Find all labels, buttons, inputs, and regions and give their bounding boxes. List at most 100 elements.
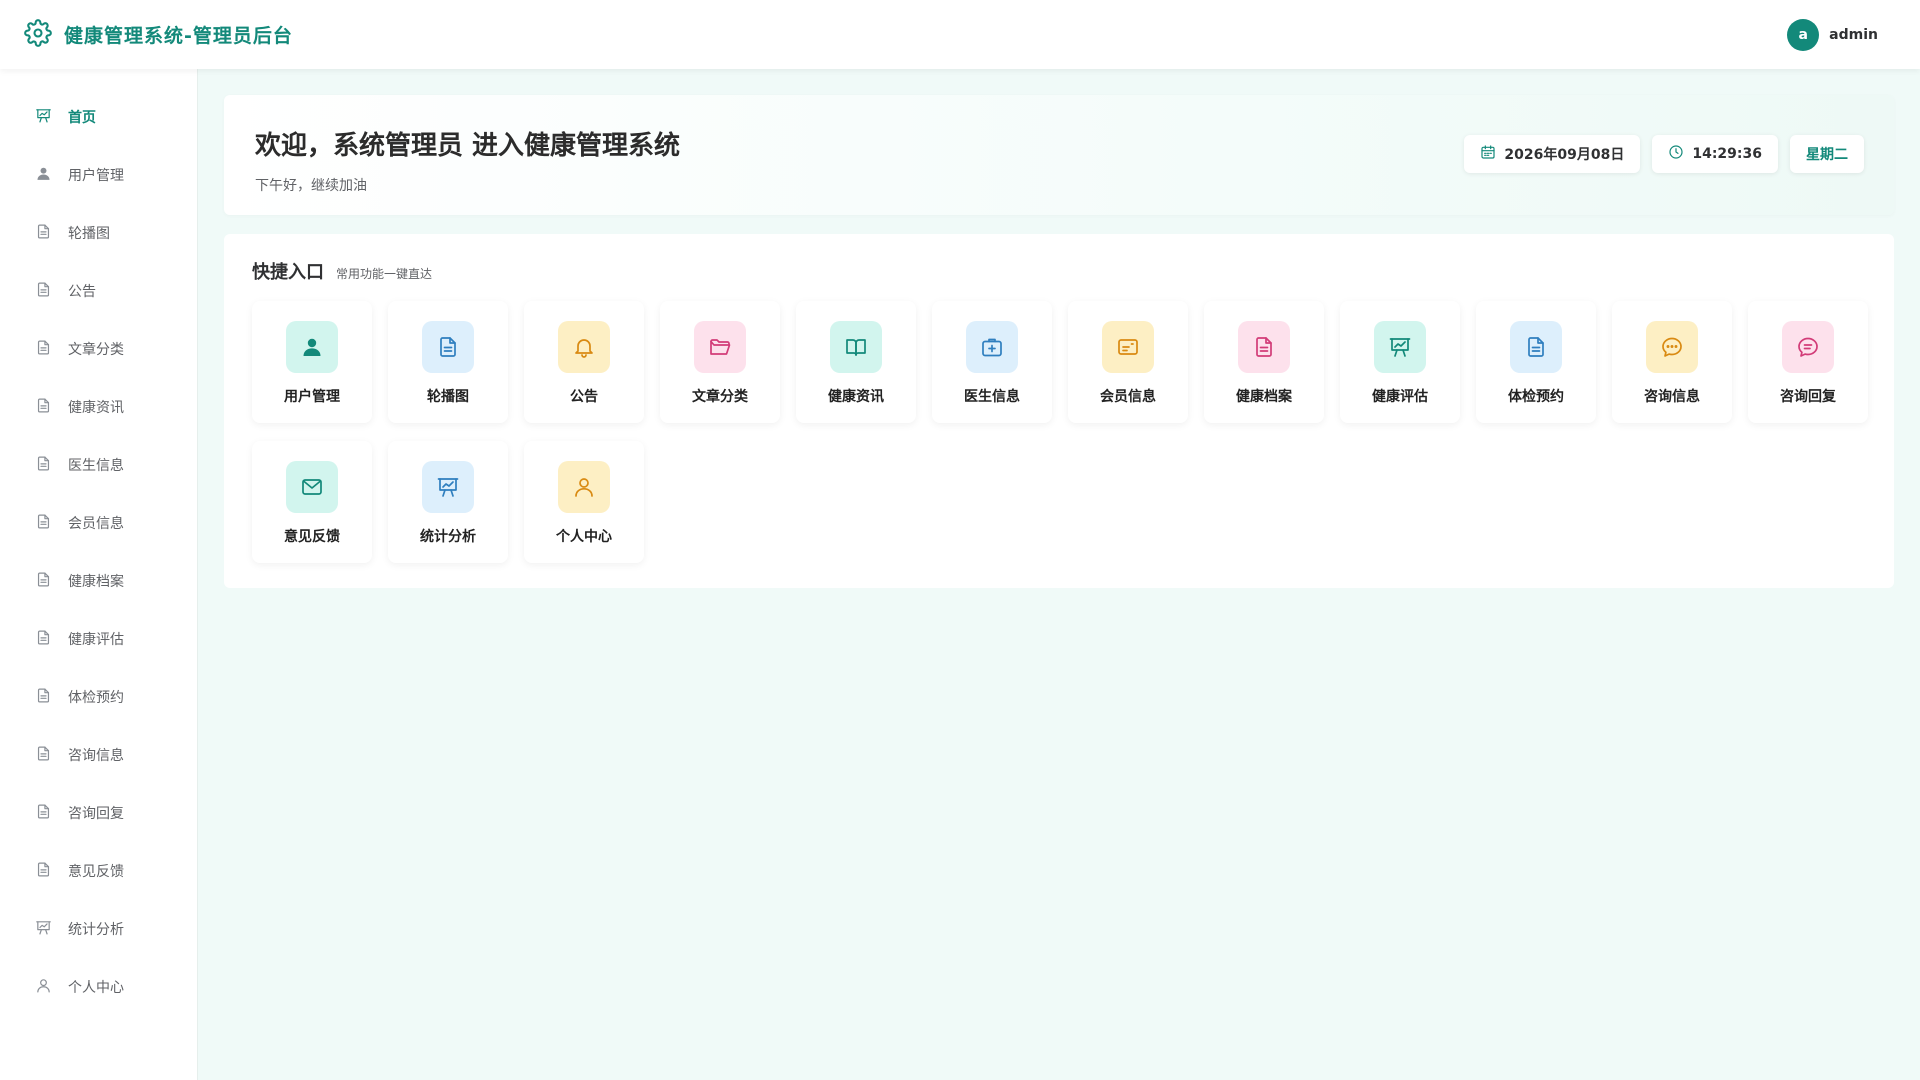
sidebar-item-13[interactable]: 意见反馈 <box>0 842 197 900</box>
sidebar-item-14[interactable]: 统计分析 <box>0 900 197 958</box>
quick-card-7[interactable]: 健康档案 <box>1204 301 1324 423</box>
book-icon <box>830 321 882 373</box>
avatar[interactable]: a <box>1787 18 1820 51</box>
quick-card-label: 公告 <box>570 389 598 405</box>
quick-access-subtitle: 常用功能一键直达 <box>336 267 433 281</box>
username[interactable]: admin <box>1829 27 1878 43</box>
app-title: 健康管理系统-管理员后台 <box>64 25 293 47</box>
sidebar-item-label: 健康资讯 <box>68 400 124 416</box>
presentation-icon <box>1374 321 1426 373</box>
sidebar-item-label: 文章分类 <box>68 342 124 358</box>
sidebar-item-label: 咨询回复 <box>68 806 124 822</box>
quick-card-label: 意见反馈 <box>284 529 340 545</box>
sidebar-item-5[interactable]: 健康资讯 <box>0 378 197 436</box>
clock-icon <box>1668 144 1684 164</box>
quick-card-2[interactable]: 公告 <box>524 301 644 423</box>
sidebar-item-label: 用户管理 <box>68 168 124 184</box>
sidebar-item-9[interactable]: 健康评估 <box>0 610 197 668</box>
quick-card-12[interactable]: 意见反馈 <box>252 441 372 563</box>
time-pill: 14:29:36 <box>1652 135 1778 173</box>
user-icon <box>35 165 52 186</box>
sidebar-item-6[interactable]: 医生信息 <box>0 436 197 494</box>
sidebar-item-1[interactable]: 用户管理 <box>0 146 197 204</box>
chat-lines-icon <box>1782 321 1834 373</box>
quick-card-5[interactable]: 医生信息 <box>932 301 1052 423</box>
document-icon <box>35 455 52 476</box>
quick-card-9[interactable]: 体检预约 <box>1476 301 1596 423</box>
quick-card-label: 医生信息 <box>964 389 1020 405</box>
date-text: 2026年09月08日 <box>1504 147 1625 163</box>
quick-card-6[interactable]: 会员信息 <box>1068 301 1188 423</box>
sidebar-item-label: 首页 <box>68 110 96 126</box>
quick-card-8[interactable]: 健康评估 <box>1340 301 1460 423</box>
top-header: 健康管理系统-管理员后台 a admin <box>0 0 1920 69</box>
sidebar-item-label: 医生信息 <box>68 458 124 474</box>
weekday-text: 星期二 <box>1806 147 1848 163</box>
document-icon <box>35 861 52 882</box>
quick-access-title: 快捷入口 <box>252 262 324 283</box>
sidebar-item-10[interactable]: 体检预约 <box>0 668 197 726</box>
quick-card-4[interactable]: 健康资讯 <box>796 301 916 423</box>
user-icon <box>286 321 338 373</box>
brand[interactable]: 健康管理系统-管理员后台 <box>24 18 293 51</box>
welcome-subtitle: 下午好，继续加油 <box>255 178 367 194</box>
quick-card-10[interactable]: 咨询信息 <box>1612 301 1732 423</box>
quick-card-label: 健康资讯 <box>828 389 884 405</box>
date-pill: 2026年09月08日 <box>1464 135 1641 173</box>
presentation-icon <box>35 107 52 128</box>
quick-card-label: 用户管理 <box>284 389 340 405</box>
sidebar-item-label: 咨询信息 <box>68 748 124 764</box>
quick-card-13[interactable]: 统计分析 <box>388 441 508 563</box>
document-icon <box>35 745 52 766</box>
sidebar-item-3[interactable]: 公告 <box>0 262 197 320</box>
folder-icon <box>694 321 746 373</box>
quick-card-label: 咨询信息 <box>1644 389 1700 405</box>
document-icon <box>35 223 52 244</box>
sidebar-item-4[interactable]: 文章分类 <box>0 320 197 378</box>
sidebar-item-12[interactable]: 咨询回复 <box>0 784 197 842</box>
welcome-title: 欢迎，系统管理员 进入健康管理系统 <box>255 131 681 161</box>
quick-access-header: 快捷入口 常用功能一键直达 <box>252 258 432 284</box>
sidebar-item-7[interactable]: 会员信息 <box>0 494 197 552</box>
sidebar-item-label: 统计分析 <box>68 922 124 938</box>
sidebar-item-label: 个人中心 <box>68 980 124 996</box>
quick-card-label: 健康档案 <box>1236 389 1292 405</box>
card-icon <box>1102 321 1154 373</box>
sidebar-item-15[interactable]: 个人中心 <box>0 958 197 1016</box>
document-icon <box>422 321 474 373</box>
quick-card-3[interactable]: 文章分类 <box>660 301 780 423</box>
quick-card-label: 轮播图 <box>427 389 469 405</box>
quick-card-14[interactable]: 个人中心 <box>524 441 644 563</box>
document-icon <box>35 339 52 360</box>
quick-card-label: 会员信息 <box>1100 389 1156 405</box>
user-menu[interactable]: a admin <box>1787 18 1878 51</box>
calendar-icon <box>1480 144 1496 164</box>
document-icon <box>35 571 52 592</box>
sidebar-item-label: 意见反馈 <box>68 864 124 880</box>
sidebar-item-8[interactable]: 健康档案 <box>0 552 197 610</box>
quick-card-0[interactable]: 用户管理 <box>252 301 372 423</box>
document-icon <box>35 281 52 302</box>
sidebar-item-0[interactable]: 首页 <box>0 88 197 146</box>
user-outline-icon <box>558 461 610 513</box>
sidebar-item-2[interactable]: 轮播图 <box>0 204 197 262</box>
chat-dots-icon <box>1646 321 1698 373</box>
quick-access-grid: 用户管理 轮播图 公告 文章分类 健康资讯 医生信息 会员信息 健康档案 健康评估 体检预约 咨询信… <box>252 301 1868 563</box>
quick-card-label: 统计分析 <box>420 529 476 545</box>
bell-icon <box>558 321 610 373</box>
document-icon <box>35 629 52 650</box>
mail-icon <box>286 461 338 513</box>
quick-card-label: 健康评估 <box>1372 389 1428 405</box>
datetime-pills: 2026年09月08日 14:29:36 星期二 <box>1464 135 1864 173</box>
sidebar-item-11[interactable]: 咨询信息 <box>0 726 197 784</box>
welcome-banner: 欢迎，系统管理员 进入健康管理系统 下午好，继续加油 2026年09月08日 1… <box>224 95 1894 215</box>
document-icon <box>35 513 52 534</box>
quick-card-11[interactable]: 咨询回复 <box>1748 301 1868 423</box>
sidebar-item-label: 公告 <box>68 284 96 300</box>
quick-access-panel: 快捷入口 常用功能一键直达 用户管理 轮播图 公告 文章分类 健康资讯 医生信息 会员信息 健… <box>224 234 1894 588</box>
quick-card-1[interactable]: 轮播图 <box>388 301 508 423</box>
document-icon <box>1238 321 1290 373</box>
sidebar-item-label: 轮播图 <box>68 226 110 242</box>
sidebar-item-label: 体检预约 <box>68 690 124 706</box>
first-aid-icon <box>966 321 1018 373</box>
